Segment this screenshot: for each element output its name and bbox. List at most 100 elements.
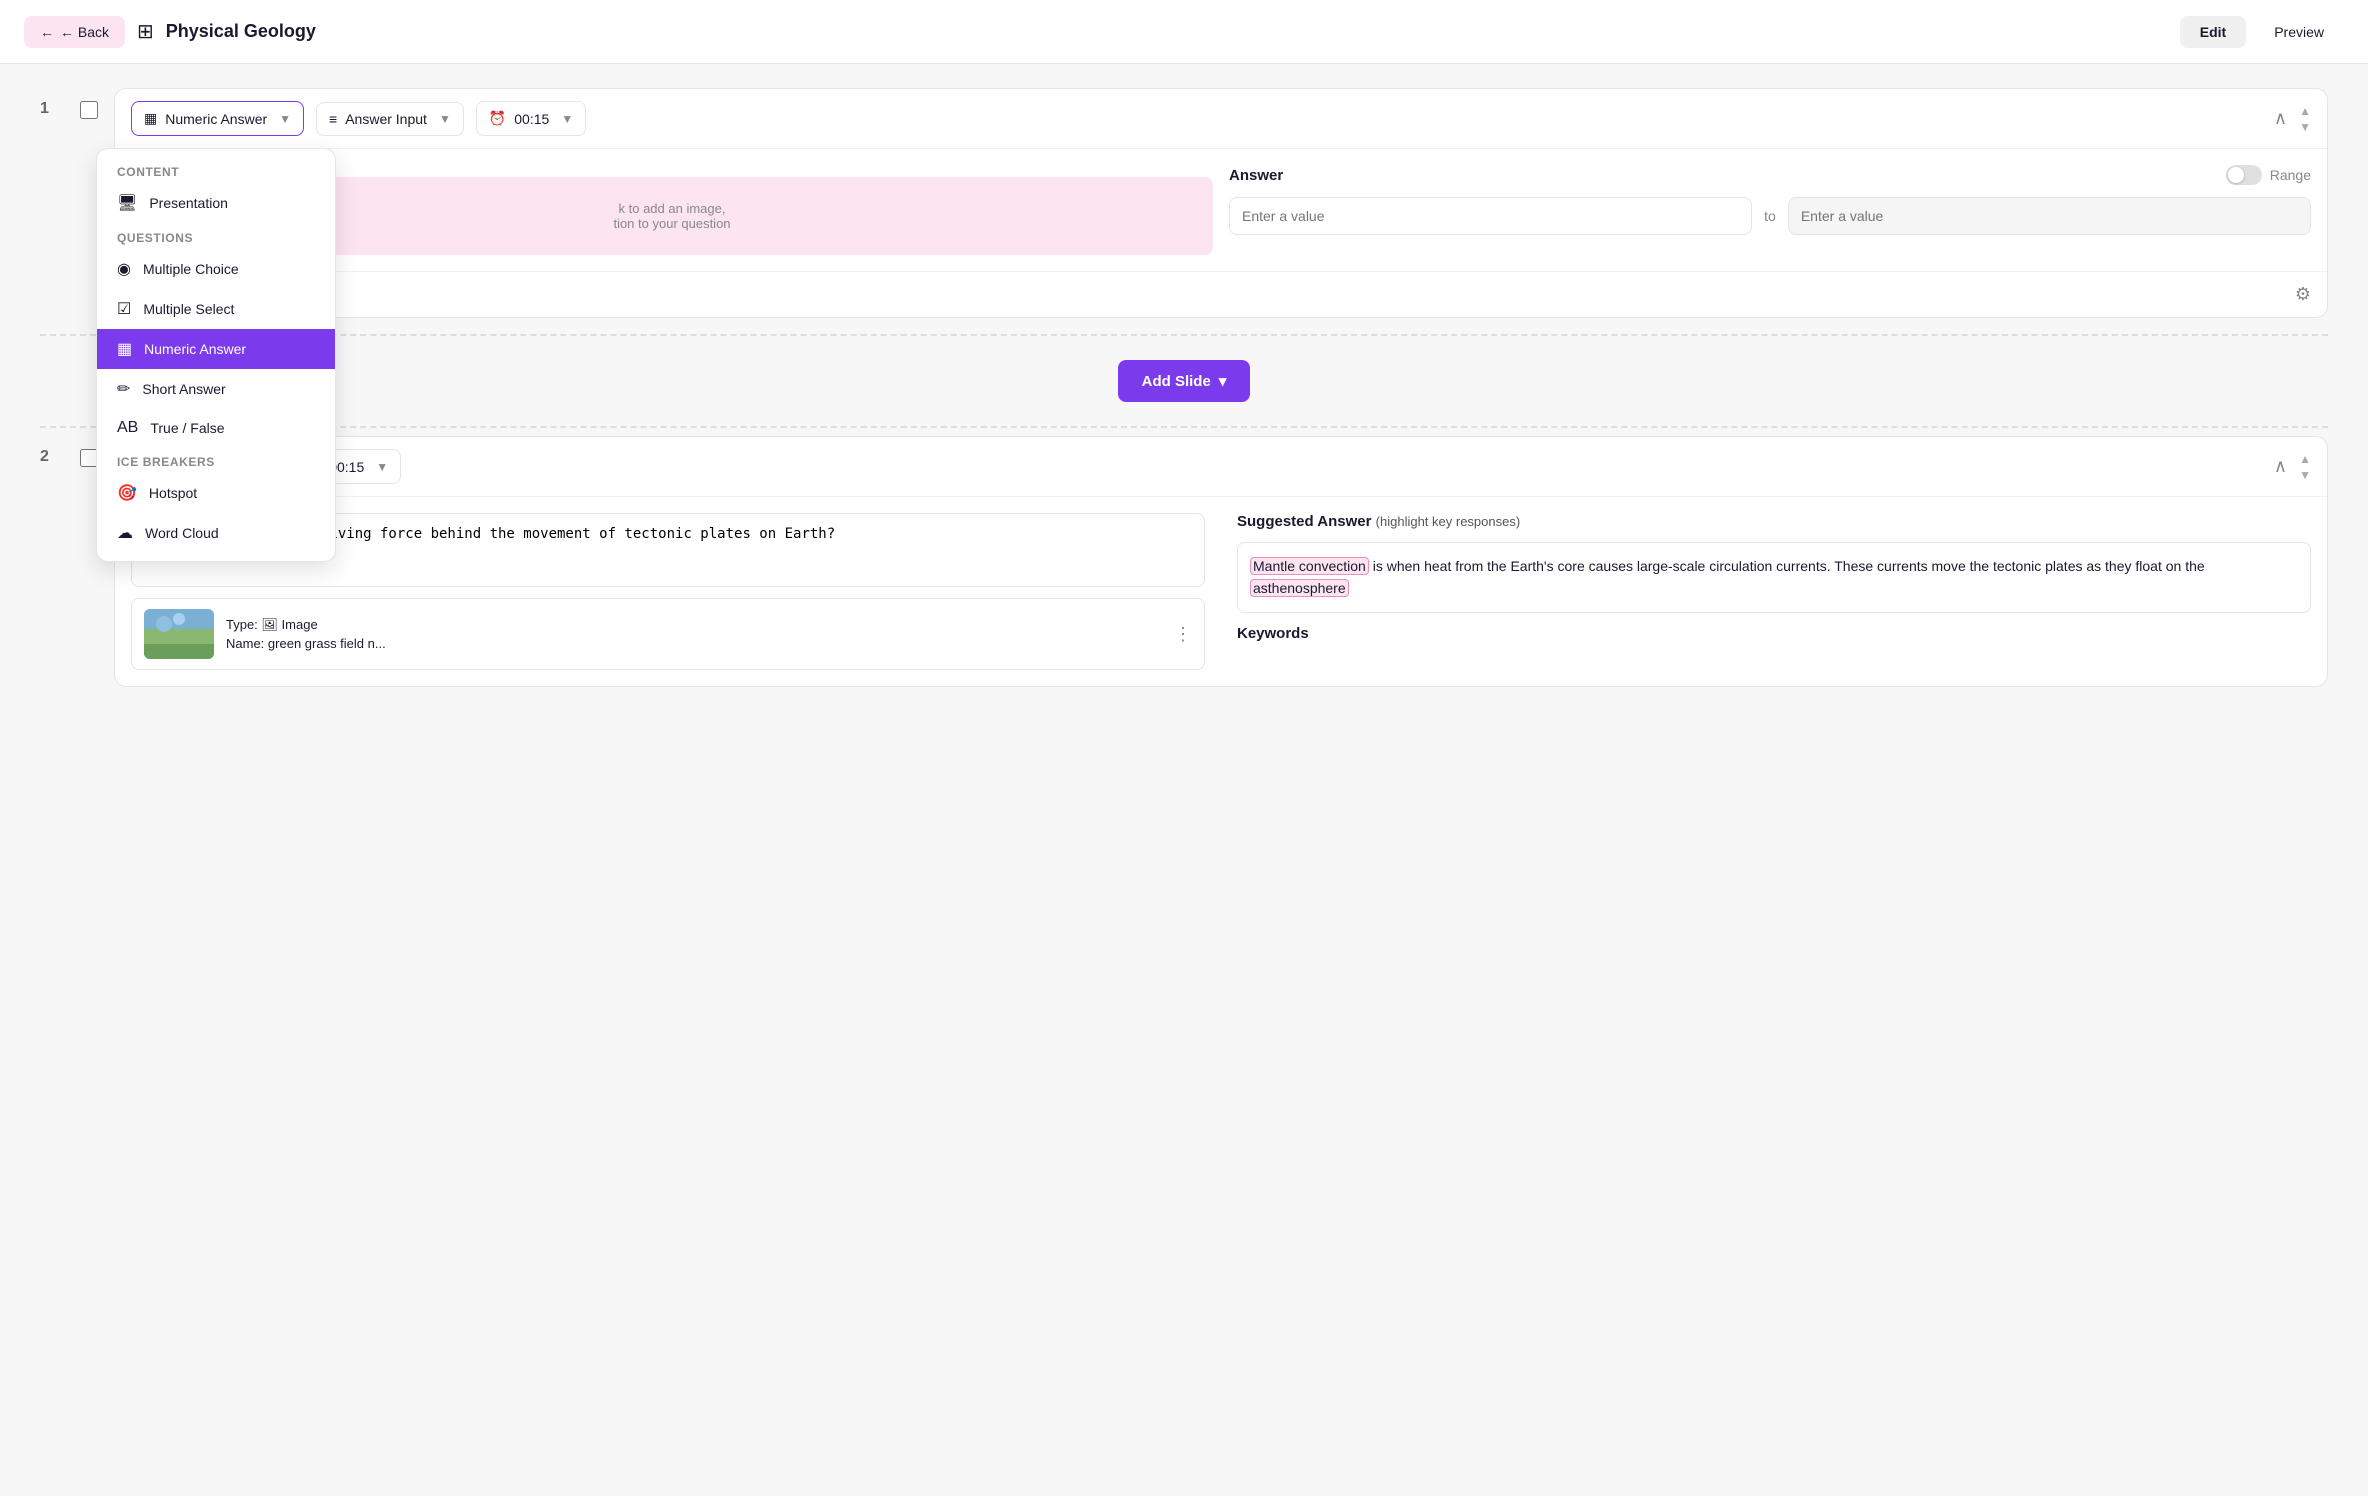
- collapse-button-1[interactable]: ∧: [2274, 108, 2287, 129]
- type-dropdown-1[interactable]: ▦ Numeric Answer ▼: [131, 101, 304, 136]
- image-type-label: Type:: [226, 617, 258, 632]
- reorder-up-icon-2[interactable]: ▲: [2299, 452, 2311, 466]
- highlight-asthenosphere: asthenosphere: [1250, 579, 1349, 597]
- menu-item-hotspot[interactable]: 🎯 Hotspot: [97, 473, 335, 513]
- preview-button[interactable]: Preview: [2254, 16, 2344, 48]
- settings-button-1[interactable]: ⚙: [2295, 284, 2311, 305]
- menu-item-hotspot-label: Hotspot: [149, 485, 197, 501]
- slide-number-1: 1: [40, 88, 64, 118]
- dashed-divider: [40, 334, 2328, 336]
- highlight-mantle-convection: Mantle convection: [1250, 557, 1369, 575]
- image-name-label: Name:: [226, 636, 264, 651]
- menu-item-numeric-answer[interactable]: ▦ Numeric Answer: [97, 329, 335, 369]
- answer-label-row: Answer Range: [1229, 165, 2311, 185]
- add-slide-button[interactable]: Add Slide ▾: [1118, 360, 1251, 402]
- range-label: Range: [2270, 167, 2311, 183]
- dashed-divider-2: [40, 426, 2328, 428]
- menu-item-word-cloud-label: Word Cloud: [145, 525, 219, 541]
- menu-item-multiple-select-label: Multiple Select: [143, 301, 234, 317]
- menu-item-numeric-answer-label: Numeric Answer: [144, 341, 246, 357]
- layers-icon: ⊞: [137, 19, 154, 44]
- slide-row-2: 2 ≡ Answer Input ▼ ⏰ 00:15 ▼ ∧ ▲ ▼: [40, 436, 2328, 687]
- type-label-1: Numeric Answer: [165, 111, 267, 127]
- menu-item-word-cloud[interactable]: ☁ Word Cloud: [97, 513, 335, 553]
- menu-section-questions: Questions: [97, 223, 335, 249]
- numeric-answer-menu-icon: ▦: [117, 339, 132, 359]
- time-label-1: 00:15: [514, 111, 549, 127]
- answer-value-input-2[interactable]: [1788, 197, 2311, 235]
- reorder-down-icon[interactable]: ▼: [2299, 120, 2311, 134]
- edit-button[interactable]: Edit: [2180, 16, 2246, 48]
- range-toggle-switch[interactable]: [2226, 165, 2262, 185]
- slide-row-1: 1 ▦ Numeric Answer ▼ ≡ Answer Input ▼ ⏰ …: [40, 88, 2328, 318]
- image-thumbnail-2: [144, 609, 214, 659]
- menu-item-multiple-choice-label: Multiple Choice: [143, 261, 239, 277]
- multiple-select-icon: ☑: [117, 299, 131, 319]
- range-toggle[interactable]: Range: [2226, 165, 2311, 185]
- hotspot-icon: 🎯: [117, 483, 137, 503]
- time-chevron-1: ▼: [561, 112, 573, 126]
- reorder-up-icon[interactable]: ▲: [2299, 104, 2311, 118]
- image-card-2: Type: 🖼 Image Name: green grass field n.…: [131, 598, 1205, 670]
- collapse-button-2[interactable]: ∧: [2274, 456, 2287, 477]
- menu-item-multiple-select[interactable]: ☑ Multiple Select: [97, 289, 335, 329]
- add-slide-chevron: ▾: [1219, 372, 1227, 390]
- multiple-choice-icon: ◉: [117, 259, 131, 279]
- menu-item-short-answer[interactable]: ✏ Short Answer: [97, 369, 335, 409]
- add-slide-row: Add Slide ▾: [40, 344, 2328, 418]
- menu-item-presentation-label: Presentation: [149, 195, 228, 211]
- back-button[interactable]: ← ← Back: [24, 16, 125, 48]
- time-dropdown-1[interactable]: ⏰ 00:15 ▼: [476, 101, 586, 136]
- answer-input-label-1: Answer Input: [345, 111, 427, 127]
- true-false-icon: AB: [117, 419, 138, 437]
- answer-input-chevron: ▼: [439, 112, 451, 126]
- numeric-answer-icon: ▦: [144, 110, 157, 127]
- to-text: to: [1764, 208, 1776, 224]
- suggested-text-mid: is when heat from the Earth's core cause…: [1369, 558, 2205, 574]
- add-slide-label: Add Slide: [1142, 373, 1211, 390]
- menu-section-ice-breakers: Ice Breakers: [97, 447, 335, 473]
- header-right: Edit Preview: [2180, 16, 2344, 48]
- suggested-answer-title: Suggested Answer: [1237, 513, 1371, 530]
- suggested-text-area[interactable]: Mantle convection is when heat from the …: [1237, 542, 2311, 613]
- presentation-icon: 🖥: [117, 193, 137, 213]
- page-title: Physical Geology: [166, 21, 316, 42]
- clock-icon-1: ⏰: [489, 110, 506, 127]
- reorder-down-icon-2[interactable]: ▼: [2299, 468, 2311, 482]
- menu-item-true-false-label: True / False: [150, 420, 224, 436]
- header-left: ← ← Back ⊞ Physical Geology: [24, 16, 316, 48]
- back-arrow-icon: ←: [40, 24, 54, 40]
- image-type-icon: 🖼: [261, 617, 281, 632]
- slide-checkbox-1[interactable]: [80, 101, 98, 119]
- answer-input-dropdown-1[interactable]: ≡ Answer Input ▼: [316, 102, 464, 136]
- slide-1-body: k to add an image,tion to your question …: [115, 149, 2327, 271]
- time-chevron-2: ▼: [376, 460, 388, 474]
- slide-2-header: ≡ Answer Input ▼ ⏰ 00:15 ▼ ∧ ▲ ▼: [115, 437, 2327, 497]
- menu-item-multiple-choice[interactable]: ◉ Multiple Choice: [97, 249, 335, 289]
- type-dropdown-chevron: ▼: [279, 112, 291, 126]
- slide-1-right: Answer Range to: [1229, 165, 2311, 255]
- reorder-buttons-1[interactable]: ▲ ▼: [2299, 104, 2311, 134]
- main-content: 1 ▦ Numeric Answer ▼ ≡ Answer Input ▼ ⏰ …: [0, 64, 2368, 727]
- suggested-answer-sublabel: (highlight key responses): [1376, 514, 1521, 529]
- menu-item-short-answer-label: Short Answer: [142, 381, 225, 397]
- word-cloud-icon: ☁: [117, 523, 133, 543]
- slide-1-header: ▦ Numeric Answer ▼ ≡ Answer Input ▼ ⏰ 00…: [115, 89, 2327, 149]
- toggle-thumb: [2228, 167, 2244, 183]
- header: ← ← Back ⊞ Physical Geology Edit Preview: [0, 0, 2368, 64]
- image-name-value: green grass field n...: [268, 636, 386, 651]
- answer-value-input-1[interactable]: [1229, 197, 1752, 235]
- slide-card-1: ▦ Numeric Answer ▼ ≡ Answer Input ▼ ⏰ 00…: [114, 88, 2328, 318]
- reorder-buttons-2[interactable]: ▲ ▼: [2299, 452, 2311, 482]
- menu-item-true-false[interactable]: AB True / False: [97, 409, 335, 447]
- short-answer-icon: ✏: [117, 379, 130, 399]
- answer-inputs: to: [1229, 197, 2311, 235]
- keywords-label: Keywords: [1237, 625, 2311, 642]
- image-type-row: Type: 🖼 Image: [226, 615, 1162, 635]
- slide-1-footer: 🗑 Delete ⚙: [115, 271, 2327, 317]
- image-info: Type: 🖼 Image Name: green grass field n.…: [226, 615, 1162, 654]
- image-menu-button[interactable]: ⋮: [1174, 624, 1192, 645]
- back-label: ← Back: [60, 24, 109, 40]
- menu-item-presentation[interactable]: 🖥 Presentation: [97, 183, 335, 223]
- type-dropdown-menu: Content 🖥 Presentation Questions ◉ Multi…: [96, 148, 336, 562]
